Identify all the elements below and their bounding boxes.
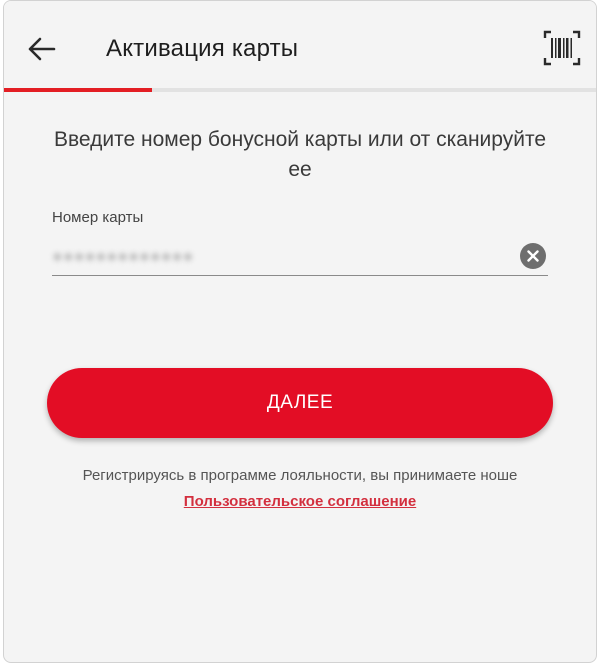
user-agreement-link[interactable]: Пользовательское соглашение: [184, 490, 416, 513]
terms-block: Регистрируясь в программе лояльности, вы…: [44, 464, 556, 513]
card-number-input[interactable]: [52, 241, 492, 271]
app-bar: Активация карты: [4, 1, 596, 89]
barcode-scan-icon: [543, 30, 581, 66]
card-number-field: [52, 237, 548, 276]
instruction-text: Введите номер бонусной карты или от скан…: [53, 128, 547, 181]
scan-barcode-button[interactable]: [542, 29, 582, 67]
app-screen: Активация карты Введите номер бонусной к…: [3, 0, 597, 663]
card-number-label: Номер карты: [52, 209, 144, 226]
back-button[interactable]: [22, 29, 62, 69]
terms-text: Регистрируясь в программе лояльности, вы…: [82, 467, 518, 484]
page-title: Активация карты: [106, 35, 299, 62]
clear-circle-icon: [527, 250, 539, 262]
next-button[interactable]: ДАЛЕЕ: [47, 368, 553, 438]
clear-input-button[interactable]: [520, 243, 546, 269]
arrow-left-icon: [28, 37, 56, 61]
step-progress-fill: [4, 88, 152, 92]
step-progress-bar: [4, 88, 596, 92]
